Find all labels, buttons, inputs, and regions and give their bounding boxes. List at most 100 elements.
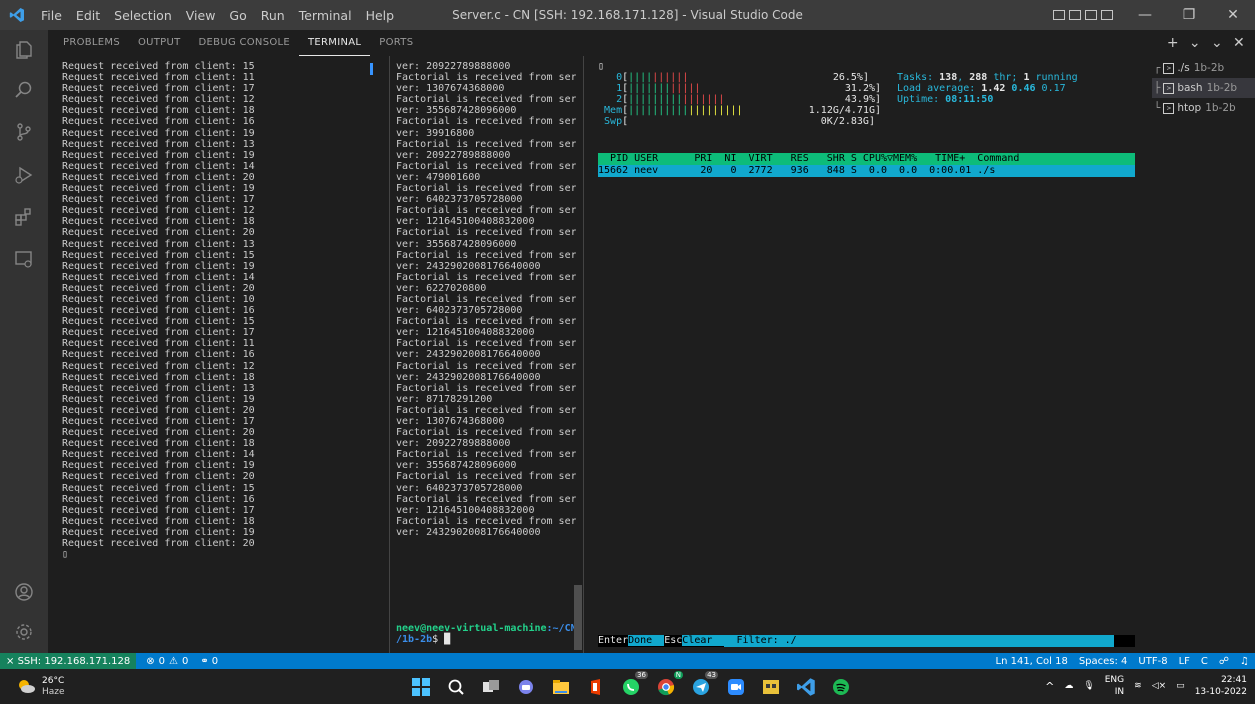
telegram-icon[interactable]: 43 <box>689 671 718 699</box>
office-icon[interactable] <box>584 675 608 699</box>
tray-chevron-icon[interactable]: ^ <box>1045 680 1054 693</box>
terminal-item-htop[interactable]: └ > htop 1b-2b <box>1152 98 1255 118</box>
tab-debug-console[interactable]: DEBUG CONSOLE <box>190 30 299 56</box>
client-log-line: ver: 2432902008176640000 <box>396 260 541 272</box>
server-log-line: Request received from client: 18 <box>62 438 255 450</box>
terminal-item-s[interactable]: ┌ > ./s 1b-2b <box>1152 58 1255 78</box>
mem-value: 1.12G/4.71G <box>808 105 875 117</box>
terminal-scrollbar[interactable] <box>574 585 582 650</box>
client-log-line: Factorial is received from ser <box>396 338 576 350</box>
restore-button[interactable]: ❐ <box>1167 0 1211 30</box>
remote-indicator[interactable]: ⨯ SSH: 192.168.171.128 <box>0 653 137 669</box>
terminal-split-divider[interactable] <box>389 56 390 653</box>
terminal-item-bash[interactable]: ├ > bash 1b-2b <box>1152 78 1255 98</box>
weather-widget[interactable]: 26°C Haze <box>42 676 65 698</box>
server-log-line: Request received from client: 19 <box>62 149 255 161</box>
chrome-icon[interactable]: N <box>654 671 683 699</box>
feedback-icon[interactable]: ☍ <box>1219 656 1229 667</box>
extensions-icon[interactable] <box>12 205 36 229</box>
microphone-icon[interactable]: 🎙 <box>1083 681 1094 691</box>
volume-icon[interactable]: ◁× <box>1152 681 1166 691</box>
whatsapp-icon[interactable]: 36 <box>619 671 648 699</box>
notifications-bell-icon[interactable]: ♫ <box>1240 656 1249 667</box>
menu-selection[interactable]: Selection <box>107 8 179 23</box>
menu-go[interactable]: Go <box>222 8 253 23</box>
battery-icon[interactable]: ▭ <box>1176 681 1185 691</box>
toggle-sidebar-icon[interactable] <box>1053 10 1065 20</box>
zoom-icon[interactable] <box>724 675 748 699</box>
key-enter[interactable]: Enter <box>598 635 628 646</box>
minimize-button[interactable]: — <box>1123 0 1167 30</box>
menu-help[interactable]: Help <box>359 8 402 23</box>
tab-terminal[interactable]: TERMINAL <box>299 30 371 56</box>
server-log-line: Request received from client: 16 <box>62 116 255 128</box>
client-log-line: Factorial is received from ser <box>396 249 576 261</box>
tab-ports[interactable]: PORTS <box>370 30 422 56</box>
server-log-line: Request received from client: 17 <box>62 416 255 427</box>
menu-view[interactable]: View <box>179 8 223 23</box>
customize-layout-icon[interactable] <box>1101 10 1113 20</box>
htop-column-header[interactable]: PID USER PRI NI VIRT RES SHR S CPU%▽MEM%… <box>598 153 1135 165</box>
input-language[interactable]: ENG IN <box>1105 674 1124 698</box>
tasks-sep: , <box>957 72 970 83</box>
start-windows-icon[interactable] <box>409 675 433 699</box>
maximize-panel-icon[interactable]: ⌄ <box>1211 35 1223 51</box>
status-bar: ⨯ SSH: 192.168.171.128 ⊗ 0 ⚠ 0 ⚭ 0 Ln 141, … <box>0 653 1255 669</box>
key-enter-action[interactable]: Done <box>628 635 665 646</box>
lang-region: IN <box>1114 687 1125 697</box>
htop-process-row[interactable]: 15662 neev 20 0 2772 936 848 S 0.0 0.0 0… <box>598 165 1135 177</box>
taskbar-search-icon[interactable] <box>444 675 468 699</box>
run-debug-icon[interactable] <box>12 163 36 187</box>
client-log-line: Factorial is received from ser <box>396 72 576 84</box>
explorer-icon[interactable] <box>12 38 36 62</box>
title-bar: File Edit Selection View Go Run Terminal… <box>0 0 1255 30</box>
cursor-position[interactable]: Ln 141, Col 18 <box>996 656 1068 667</box>
terminal-client-output[interactable]: ver: 20922789888000 Factorial is received… <box>396 61 576 651</box>
client-log-line: Factorial is received from ser <box>396 160 576 172</box>
key-esc[interactable]: Esc <box>664 635 682 646</box>
search-icon[interactable] <box>12 78 36 102</box>
filter-field[interactable]: Filter: ./ <box>724 635 1115 647</box>
remote-explorer-icon[interactable] <box>12 247 36 271</box>
task-view-icon[interactable] <box>479 675 503 699</box>
menu-edit[interactable]: Edit <box>69 8 107 23</box>
menu-file[interactable]: File <box>34 8 69 23</box>
toggle-secondary-sidebar-icon[interactable] <box>1085 10 1097 20</box>
terminal-app-icon[interactable] <box>759 675 783 699</box>
teams-chat-icon[interactable] <box>514 675 538 699</box>
manage-gear-icon[interactable] <box>12 620 36 644</box>
source-control-icon[interactable] <box>12 120 36 144</box>
spotify-icon[interactable] <box>829 675 853 699</box>
tab-problems[interactable]: PROBLEMS <box>54 30 129 56</box>
language-mode[interactable]: C <box>1201 656 1208 667</box>
accounts-icon[interactable] <box>12 580 36 604</box>
toggle-panel-icon[interactable] <box>1069 10 1081 20</box>
encoding[interactable]: UTF-8 <box>1138 656 1167 667</box>
wifi-icon[interactable]: ≋ <box>1134 681 1142 691</box>
google-drive-icon[interactable]: ☁ <box>1064 681 1073 691</box>
ports-indicator[interactable]: ⚭ 0 <box>200 656 218 667</box>
file-explorer-icon[interactable] <box>549 675 573 699</box>
close-panel-button[interactable]: ✕ <box>1233 35 1245 51</box>
load-label: Load average: <box>897 83 982 95</box>
problems-indicator[interactable]: ⊗ 0 ⚠ 0 <box>146 656 188 667</box>
cpu0-bar: |||| <box>628 72 653 84</box>
vscode-taskbar-icon[interactable] <box>794 675 818 699</box>
menu-terminal[interactable]: Terminal <box>292 8 359 23</box>
new-terminal-button[interactable]: + <box>1167 35 1179 51</box>
clock[interactable]: 22:41 13-10-2022 <box>1195 674 1247 698</box>
tab-output[interactable]: OUTPUT <box>129 30 190 56</box>
indentation[interactable]: Spaces: 4 <box>1079 656 1128 667</box>
terminal-prompt[interactable]: neev@neev-virtual-machine:~/CN /1b-2b$ █ <box>396 623 576 647</box>
end-of-line[interactable]: LF <box>1179 656 1190 667</box>
terminal-dropdown-icon[interactable]: ⌄ <box>1189 35 1201 51</box>
terminal-split-divider-2[interactable] <box>583 56 584 653</box>
terminal-server-output[interactable]: Request received from client: 15 Request … <box>62 61 372 651</box>
server-log-line: Request received from client: 11 <box>62 338 255 350</box>
key-esc-action[interactable]: Clear <box>682 635 725 646</box>
weather-icon[interactable] <box>16 678 36 694</box>
server-log-line: Request received from client: 19 <box>62 460 255 472</box>
server-log-line: Request received from client: 14 <box>62 449 255 461</box>
close-button[interactable]: ✕ <box>1211 0 1255 30</box>
menu-run[interactable]: Run <box>254 8 292 23</box>
